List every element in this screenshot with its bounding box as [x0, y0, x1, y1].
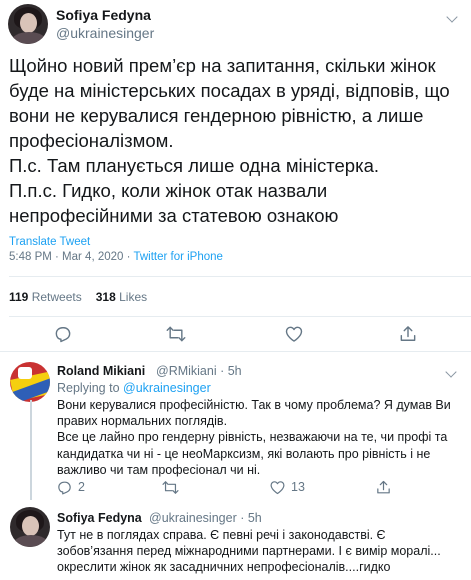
divider — [0, 351, 471, 352]
tweet-source[interactable]: Twitter for iPhone — [133, 251, 222, 263]
reply-button[interactable] — [53, 324, 73, 349]
reply-text-line: окреслити жінок як засадничних непрофесі… — [57, 560, 391, 575]
author-handle[interactable]: @ukrainesinger — [56, 25, 154, 41]
like-count: 13 — [291, 480, 305, 494]
replying-to-handle[interactable]: @ukrainesinger — [123, 381, 211, 395]
reply-author-avatar[interactable] — [10, 507, 50, 547]
reply-text-line: Вони керувалися професійністю. Так в чом… — [57, 398, 451, 412]
like-button[interactable] — [269, 479, 286, 501]
reply-author-handle[interactable]: @ukrainesinger · 5h — [149, 511, 262, 525]
share-button[interactable] — [375, 479, 392, 501]
replying-to-prefix: Replying to — [57, 381, 124, 395]
reply-text-line: Тут не в поглядах справа. Є певні речі і… — [57, 528, 386, 542]
reply-text: Тут не в поглядах справа. Є певні речі і… — [57, 527, 471, 576]
reply-author-name[interactable]: Roland Mikiani — [57, 364, 145, 378]
tweet-text-line: вони не керувалися гендерною рівністю, а… — [9, 105, 424, 126]
tweet-text: Щойно новий прем’єр на запитання, скільк… — [9, 53, 467, 228]
reply-author-handle[interactable]: @RMikiani · 5h — [156, 364, 242, 378]
tweet-text-line: П.п.с. Гидко, коли жінок отак назвали — [9, 180, 328, 201]
replying-to: Replying to @ukrainesinger — [57, 381, 211, 395]
tweet-stats: 119 Retweets 318 Likes — [9, 290, 147, 304]
likes-stat[interactable]: 318 Likes — [96, 290, 147, 304]
tweet-text-line: непрофесійними за статевою ознакою — [9, 205, 339, 226]
share-button[interactable] — [398, 324, 418, 349]
chevron-down-icon[interactable] — [445, 366, 457, 378]
reply-icon — [55, 327, 71, 343]
tweet-text-line: професіоналізмом. — [9, 130, 174, 151]
reply-text-line: зобов’язання перед міжнародними партнера… — [57, 544, 441, 559]
reply-text: Вони керувалися професійністю. Так в чом… — [57, 397, 471, 478]
retweets-stat[interactable]: 119 Retweets — [9, 290, 82, 304]
retweet-icon — [162, 481, 179, 494]
reply-text-line: правих нормальних поглядів. — [57, 414, 228, 429]
reply-icon — [58, 481, 71, 495]
reply-text-line: важливо чи там професіонал чи ні. — [57, 462, 261, 477]
reply-author-avatar[interactable] — [10, 362, 50, 402]
reply-text-line: Все це лайно про гендерну рівність, незв… — [57, 430, 448, 445]
likes-label: Likes — [119, 290, 148, 304]
reply-author-name[interactable]: Sofiya Fedyna — [57, 511, 142, 525]
chevron-down-icon[interactable] — [446, 11, 458, 23]
reply-button[interactable] — [56, 479, 73, 501]
translate-tweet-link[interactable]: Translate Tweet — [9, 236, 90, 248]
divider — [9, 276, 471, 277]
tweet-text-line: буде на міністерських посадах в уряді, в… — [9, 80, 450, 101]
author-avatar[interactable] — [8, 4, 48, 44]
tweet-meta: 5:48 PM · Mar 4, 2020 · Twitter for iPho… — [9, 251, 223, 263]
thread-line — [30, 400, 32, 500]
divider — [9, 316, 471, 317]
heart-icon — [270, 481, 285, 495]
share-icon — [400, 326, 416, 341]
share-icon — [377, 480, 390, 494]
likes-count: 318 — [95, 290, 116, 304]
retweets-count: 119 — [9, 290, 29, 304]
tweet-timestamp[interactable]: 5:48 PM · Mar 4, 2020 · — [9, 251, 133, 263]
reply-text-line: кандидатка чи ні - це неоМарксизм, які в… — [57, 446, 431, 461]
retweet-button[interactable] — [165, 324, 187, 349]
like-button[interactable] — [284, 324, 304, 349]
tweet-text-line: Щойно новий прем’єр на запитання, скільк… — [9, 55, 436, 76]
author-name[interactable]: Sofiya Fedyna — [56, 7, 151, 23]
reply-count: 2 — [78, 480, 85, 494]
heart-icon — [285, 326, 303, 342]
retweet-icon — [166, 326, 186, 342]
retweets-label: Retweets — [31, 290, 82, 304]
retweet-button[interactable] — [161, 479, 180, 501]
tweet-text-line: П.с. Там планується лише одна міністерка… — [9, 155, 380, 176]
